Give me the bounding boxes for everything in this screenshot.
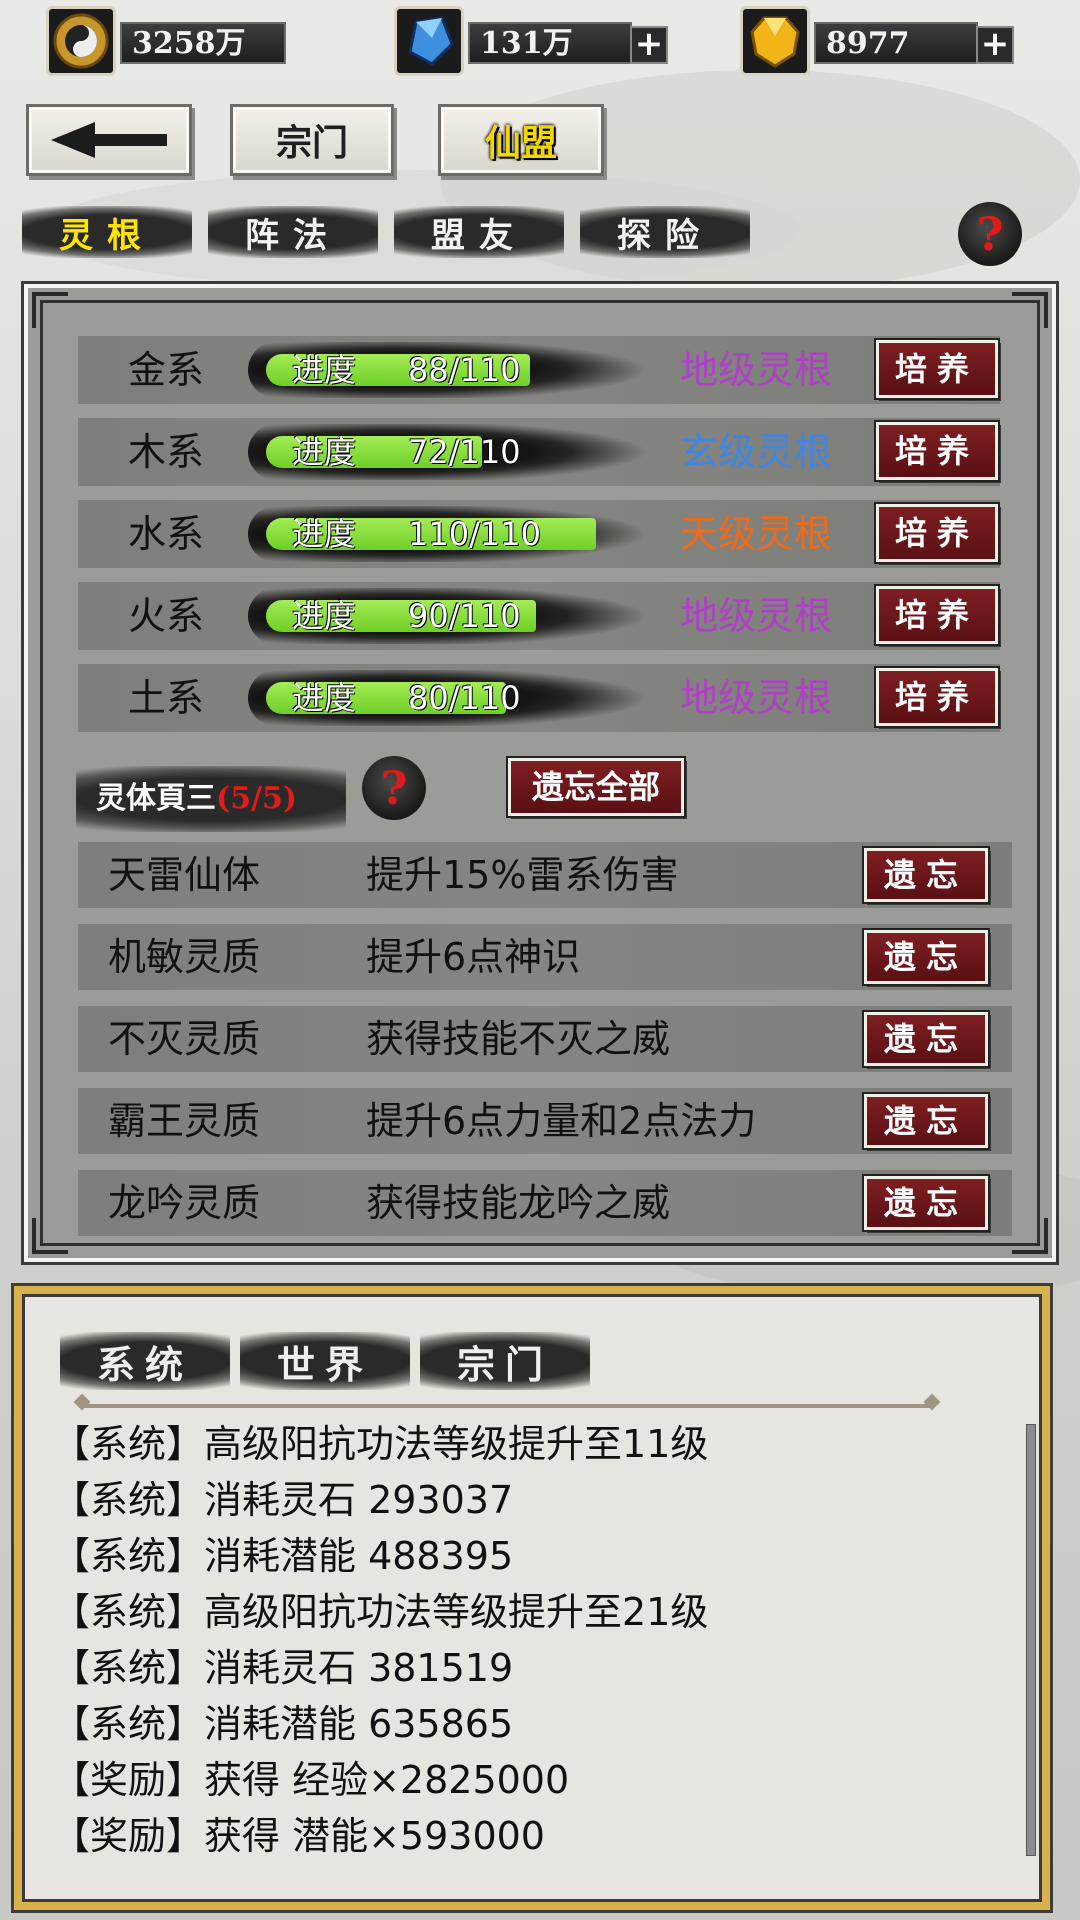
spirit-root-row: 火系 进度 90/110 地级灵根 培养 <box>78 582 1000 650</box>
root-grade: 地级灵根 <box>680 676 833 720</box>
cultivate-button[interactable]: 培养 <box>874 502 1000 564</box>
cultivate-button[interactable]: 培养 <box>874 420 1000 482</box>
resource-coins: 3258万 <box>46 6 286 76</box>
traits-count: (5/5) <box>216 781 298 816</box>
traits-help-icon[interactable]: ? <box>362 756 426 820</box>
tab-explore[interactable]: 探险 <box>580 206 750 258</box>
forget-button[interactable]: 遗忘 <box>862 1092 990 1150</box>
element-name: 火系 <box>128 594 205 638</box>
trait-row: 霸王灵质 提升6点力量和2点法力 遗忘 <box>78 1088 1012 1154</box>
chat-message: 【系统】高级阳抗功法等级提升至11级 <box>52 1422 709 1466</box>
cultivate-button[interactable]: 培养 <box>874 338 1000 400</box>
cultivate-button[interactable]: 培养 <box>874 584 1000 646</box>
chat-message: 【系统】消耗潜能 488395 <box>52 1534 514 1578</box>
cultivate-button[interactable]: 培养 <box>874 666 1000 728</box>
trait-desc: 获得技能不灭之威 <box>366 1017 671 1061</box>
trait-name: 不灭灵质 <box>108 1017 261 1061</box>
help-icon[interactable]: ? <box>958 202 1022 266</box>
trait-name: 龙吟灵质 <box>108 1181 261 1225</box>
spirit-root-row: 金系 进度 88/110 地级灵根 培养 <box>78 336 1000 404</box>
add-crystal-button[interactable]: + <box>630 26 668 64</box>
sect-button[interactable]: 宗门 <box>230 104 394 176</box>
chat-message: 【系统】消耗灵石 381519 <box>52 1646 514 1690</box>
progress-bar: 进度 88/110 <box>248 342 668 398</box>
trait-desc: 提升15%雷系伤害 <box>366 853 679 897</box>
chat-tab-world[interactable]: 世界 <box>240 1332 410 1390</box>
chat-scrollbar[interactable] <box>1026 1424 1036 1856</box>
progress-label: 进度 <box>292 515 357 553</box>
frame-corner <box>32 1218 68 1254</box>
chat-tab-system[interactable]: 系统 <box>60 1332 230 1390</box>
resource-gold: 8977 + <box>740 6 1020 76</box>
progress-value: 90/110 <box>408 597 521 635</box>
tab-allies[interactable]: 盟友 <box>394 206 564 258</box>
root-grade: 玄级灵根 <box>680 430 833 474</box>
progress-bar: 进度 90/110 <box>248 588 668 644</box>
root-grade: 天级灵根 <box>680 512 833 556</box>
resource-crystal: 131万 + <box>394 6 674 76</box>
trait-desc: 提升6点神识 <box>366 935 581 979</box>
chat-message: 【系统】消耗灵石 293037 <box>52 1478 514 1522</box>
spirit-root-row: 木系 进度 72/110 玄级灵根 培养 <box>78 418 1000 486</box>
frame-corner <box>32 292 68 328</box>
element-name: 水系 <box>128 512 205 556</box>
root-grade: 地级灵根 <box>680 594 833 638</box>
trait-row: 天雷仙体 提升15%雷系伤害 遗忘 <box>78 842 1012 908</box>
spirit-root-row: 水系 进度 110/110 天级灵根 培养 <box>78 500 1000 568</box>
forget-button[interactable]: 遗忘 <box>862 1174 990 1232</box>
chat-message: 【奖励】获得 经验×2825000 <box>52 1758 570 1802</box>
tab-formation[interactable]: 阵法 <box>208 206 378 258</box>
forget-all-button[interactable]: 遗忘全部 <box>506 756 686 818</box>
chat-divider <box>82 1404 932 1408</box>
chat-message: 【系统】高级阳抗功法等级提升至21级 <box>52 1590 709 1634</box>
tab-spirit-root[interactable]: 灵根 <box>22 206 192 258</box>
progress-label: 进度 <box>292 679 357 717</box>
gold-value: 8977 <box>814 22 978 64</box>
progress-value: 110/110 <box>408 515 541 553</box>
progress-value: 72/110 <box>408 433 521 471</box>
chat-panel: 系统 世界 宗门 【系统】高级阳抗功法等级提升至11级 【系统】消耗灵石 2930… <box>11 1283 1053 1913</box>
spirit-root-row: 土系 进度 80/110 地级灵根 培养 <box>78 664 1000 732</box>
element-name: 金系 <box>128 348 205 392</box>
chat-tab-sect[interactable]: 宗门 <box>420 1332 590 1390</box>
progress-bar: 进度 80/110 <box>248 670 668 726</box>
back-button[interactable] <box>26 104 192 176</box>
progress-label: 进度 <box>292 597 357 635</box>
progress-value: 80/110 <box>408 679 521 717</box>
back-arrow-icon <box>51 122 167 158</box>
trait-row: 机敏灵质 提升6点神识 遗忘 <box>78 924 1012 990</box>
frame-corner <box>1012 292 1048 328</box>
element-name: 土系 <box>128 676 205 720</box>
trait-name: 天雷仙体 <box>108 853 261 897</box>
chat-message: 【系统】消耗潜能 635865 <box>52 1702 514 1746</box>
progress-bar: 进度 72/110 <box>248 424 668 480</box>
trait-name: 机敏灵质 <box>108 935 261 979</box>
trait-desc: 提升6点力量和2点法力 <box>366 1099 757 1143</box>
coins-value: 3258万 <box>120 22 286 64</box>
forget-button[interactable]: 遗忘 <box>862 928 990 986</box>
traits-title: 灵体頁三 <box>96 781 216 816</box>
frame-corner <box>1012 1218 1048 1254</box>
trait-row: 龙吟灵质 获得技能龙吟之威 遗忘 <box>78 1170 1012 1236</box>
chat-message: 【奖励】获得 潜能×593000 <box>52 1814 545 1858</box>
trait-row: 不灭灵质 获得技能不灭之威 遗忘 <box>78 1006 1012 1072</box>
element-name: 木系 <box>128 430 205 474</box>
progress-bar: 进度 110/110 <box>248 506 668 562</box>
root-grade: 地级灵根 <box>680 348 833 392</box>
traits-header: 灵体頁三(5/5) <box>76 766 346 832</box>
crystal-value: 131万 <box>468 22 632 64</box>
add-gold-button[interactable]: + <box>976 26 1014 64</box>
trait-desc: 获得技能龙吟之威 <box>366 1181 671 1225</box>
yin-yang-coin-icon <box>46 6 116 76</box>
progress-label: 进度 <box>292 433 357 471</box>
progress-value: 88/110 <box>408 351 521 389</box>
forget-button[interactable]: 遗忘 <box>862 1010 990 1068</box>
alliance-button[interactable]: 仙盟 <box>438 104 604 176</box>
gold-gem-icon <box>740 6 810 76</box>
progress-label: 进度 <box>292 351 357 389</box>
forget-button[interactable]: 遗忘 <box>862 846 990 904</box>
blue-crystal-icon <box>394 6 464 76</box>
trait-name: 霸王灵质 <box>108 1099 261 1143</box>
